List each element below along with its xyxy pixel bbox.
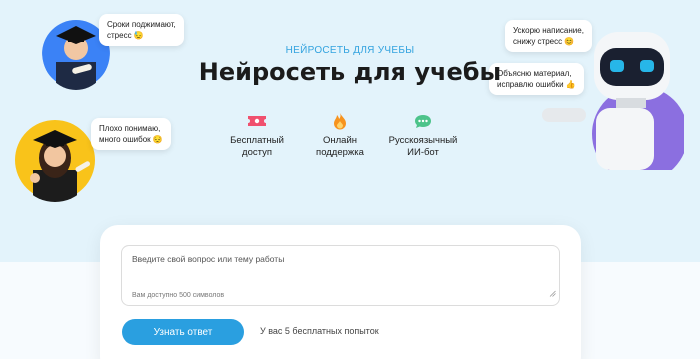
ticket-icon [212, 112, 302, 130]
resize-handle-icon[interactable] [549, 284, 556, 302]
chat-icon [378, 112, 468, 130]
speech-bubble-mistakes: Плохо понимаю, много ошибок 😔 [91, 118, 171, 150]
question-textarea[interactable]: Введите свой вопрос или тему работы Вам … [121, 245, 560, 306]
character-limit-hint: Вам доступно 500 символов [132, 292, 225, 299]
feature-label: Русскоязычный ИИ-бот [388, 135, 458, 158]
feature-free-access: Бесплатный доступ [212, 112, 302, 159]
feature-online-support: Онлайн поддержка [295, 112, 385, 159]
question-form-card: Введите свой вопрос или тему работы Вам … [100, 225, 581, 359]
free-tries-text: У вас 5 бесплатных попыток [260, 326, 379, 336]
question-placeholder: Введите свой вопрос или тему работы [132, 254, 285, 264]
feature-label: Онлайн поддержка [316, 135, 364, 158]
hero-eyebrow: НЕЙРОСЕТЬ ДЛЯ УЧЕБЫ [285, 45, 415, 56]
female-graduate-image [13, 112, 97, 202]
page-title: Нейросеть для учебы [198, 58, 502, 86]
submit-button[interactable]: Узнать ответ [122, 319, 244, 345]
feature-label: Бесплатный доступ [230, 135, 284, 158]
flame-icon [295, 112, 385, 130]
speech-bubble-stress: Сроки поджимают, стресс 😓 [99, 14, 184, 46]
feature-russian-bot: Русскоязычный ИИ-бот [378, 112, 468, 159]
